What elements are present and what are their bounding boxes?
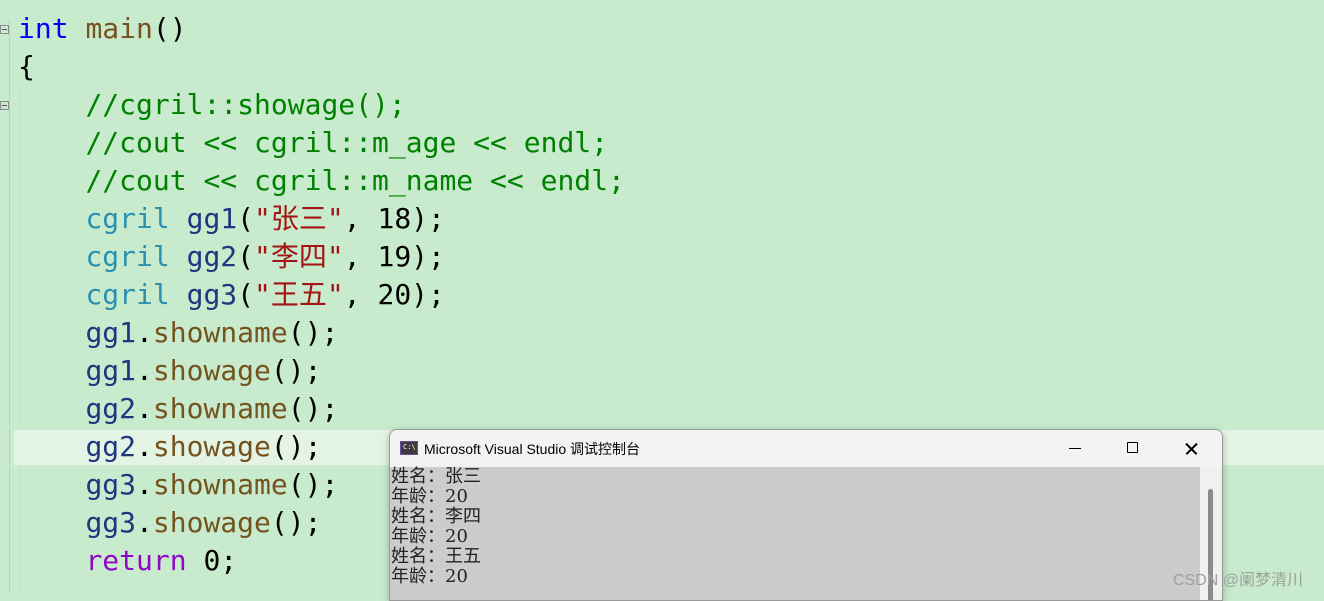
method: showage: [152, 506, 271, 539]
call-rest: ();: [287, 468, 339, 501]
code-line-6[interactable]: cgril gg1("张三", 18);: [18, 200, 445, 238]
code-line-4[interactable]: //cout << cgril::m_age << endl;: [18, 124, 608, 162]
outline-gutter: [9, 20, 10, 594]
args-rest: , 20);: [343, 278, 445, 311]
code-line-12[interactable]: gg2.showage();: [18, 428, 321, 466]
variable: gg2: [85, 392, 137, 425]
console-line: 姓名：王五: [391, 546, 481, 567]
type-name: cgril: [85, 278, 170, 311]
console-line: 姓名：李四: [391, 506, 481, 527]
args-rest: , 18);: [343, 202, 445, 235]
comment: //cout << cgril::m_name << endl;: [85, 164, 625, 197]
collapse-comment-icon[interactable]: [0, 101, 9, 110]
code-line-15[interactable]: return 0;: [18, 542, 237, 580]
collapse-function-icon[interactable]: [0, 25, 9, 34]
string-literal: "王五": [254, 278, 344, 311]
debug-console-window[interactable]: Microsoft Visual Studio 调试控制台 姓名：张三 年龄：2…: [389, 429, 1223, 601]
method: showage: [152, 354, 271, 387]
variable: gg2: [186, 240, 238, 273]
dot: .: [136, 354, 153, 387]
console-line: 年龄：20: [391, 526, 468, 547]
comment: //cout << cgril::m_age << endl;: [85, 126, 609, 159]
code-line-11[interactable]: gg2.showname();: [18, 390, 338, 428]
open-paren: (: [237, 278, 255, 311]
call-rest: ();: [287, 316, 339, 349]
string-literal: "李四": [254, 240, 344, 273]
console-line: 年龄：20: [391, 486, 468, 507]
type-name: cgril: [85, 202, 170, 235]
code-line-9[interactable]: gg1.showname();: [18, 314, 338, 352]
parens: (): [152, 12, 187, 45]
dot: .: [136, 468, 153, 501]
variable: gg1: [85, 354, 137, 387]
variable: gg3: [186, 278, 238, 311]
call-rest: ();: [287, 392, 339, 425]
console-titlebar[interactable]: Microsoft Visual Studio 调试控制台: [390, 430, 1222, 467]
open-paren: (: [237, 240, 255, 273]
code-line-1[interactable]: int main(): [18, 10, 187, 48]
close-icon[interactable]: [1162, 430, 1220, 467]
maximize-icon[interactable]: [1104, 430, 1162, 467]
variable: gg2: [85, 430, 137, 463]
code-line-2[interactable]: {: [18, 48, 35, 86]
open-paren: (: [237, 202, 255, 235]
variable: gg1: [85, 316, 137, 349]
watermark: CSDN @阑梦清川: [1173, 572, 1304, 589]
args-rest: , 19);: [343, 240, 445, 273]
code-line-3[interactable]: //cgril::showage();: [18, 86, 406, 124]
code-line-7[interactable]: cgril gg2("李四", 19);: [18, 238, 445, 276]
code-line-10[interactable]: gg1.showage();: [18, 352, 321, 390]
call-rest: ();: [270, 506, 322, 539]
variable: gg1: [186, 202, 238, 235]
code-line-14[interactable]: gg3.showage();: [18, 504, 321, 542]
minimize-icon[interactable]: [1046, 430, 1104, 467]
call-rest: ();: [270, 430, 322, 463]
type-name: cgril: [85, 240, 170, 273]
method: showname: [152, 468, 288, 501]
console-line: 年龄：20: [391, 566, 468, 587]
keyword-int: int: [18, 12, 69, 45]
dot: .: [136, 392, 153, 425]
string-literal: "张三": [254, 202, 344, 235]
dot: .: [136, 430, 153, 463]
call-rest: ();: [270, 354, 322, 387]
console-app-icon: [400, 441, 418, 455]
comment: //cgril::showage();: [85, 88, 406, 121]
function-main: main: [85, 12, 153, 45]
keyword-return: return: [85, 544, 187, 577]
method: showage: [152, 430, 271, 463]
return-value: 0;: [186, 544, 238, 577]
code-line-5[interactable]: //cout << cgril::m_name << endl;: [18, 162, 625, 200]
method: showname: [152, 316, 288, 349]
dot: .: [136, 506, 153, 539]
code-line-13[interactable]: gg3.showname();: [18, 466, 338, 504]
method: showname: [152, 392, 288, 425]
code-line-8[interactable]: cgril gg3("王五", 20);: [18, 276, 445, 314]
dot: .: [136, 316, 153, 349]
console-output: 姓名：张三 年龄：20 姓名：李四 年龄：20 姓名：王五 年龄：20: [390, 467, 1200, 600]
console-line: 姓名：张三: [391, 466, 481, 487]
variable: gg3: [85, 506, 137, 539]
console-title: Microsoft Visual Studio 调试控制台: [424, 441, 641, 457]
variable: gg3: [85, 468, 137, 501]
